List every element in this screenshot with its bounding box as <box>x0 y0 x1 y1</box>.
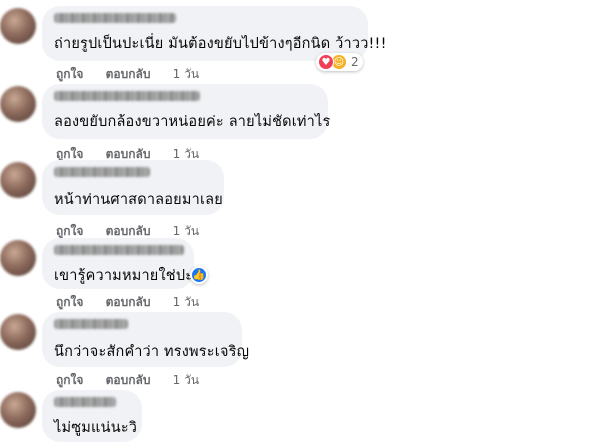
reaction-summary[interactable]: 👍 <box>190 266 208 284</box>
avatar[interactable] <box>0 162 36 198</box>
like-button[interactable]: ถูกใจ <box>56 65 83 84</box>
comment-text: ลองขยับกล้องขวาหน่อยค่ะ ลายไม่ชัดเท่าไร <box>54 114 331 130</box>
commenter-name-blurred[interactable] <box>54 13 176 23</box>
avatar[interactable] <box>0 8 36 44</box>
reply-button[interactable]: ตอบกลับ <box>106 371 151 390</box>
comment-actions: ถูกใจ ตอบกลับ 1 วัน <box>56 65 199 84</box>
reply-button[interactable]: ตอบกลับ <box>106 293 151 312</box>
comment-bubble: หน้าท่านศาสดาลอยมาเลย <box>42 160 224 215</box>
commenter-name-blurred[interactable] <box>54 245 184 255</box>
timestamp[interactable]: 1 วัน <box>173 65 199 84</box>
comment-text: หน้าท่านศาสดาลอยมาเลย <box>54 192 223 208</box>
like-button[interactable]: ถูกใจ <box>56 293 83 312</box>
comment-text: เขารู้ความหมายใช่ปะ <box>54 268 194 284</box>
avatar[interactable] <box>0 392 36 428</box>
avatar[interactable] <box>0 314 36 350</box>
reaction-summary[interactable]: ♥ ☺ 2 <box>316 53 363 71</box>
commenter-name-blurred[interactable] <box>54 167 150 177</box>
comment-text: ถ่ายรูปเป็นปะเนี่ย มันต้องขยับไปข้างๆอีก… <box>54 36 387 52</box>
reply-button[interactable]: ตอบกลับ <box>106 65 151 84</box>
comment-bubble: เขารู้ความหมายใช่ปะ <box>42 238 194 289</box>
timestamp[interactable]: 1 วัน <box>173 293 199 312</box>
comment-text: นึกว่าจะสักคำว่า ทรงพระเจริญ <box>54 344 250 360</box>
avatar[interactable] <box>0 86 36 122</box>
avatar[interactable] <box>0 240 36 276</box>
reaction-count: 2 <box>351 55 359 69</box>
comment-actions: ถูกใจ ตอบกลับ 1 วัน <box>56 293 199 312</box>
commenter-name-blurred[interactable] <box>54 397 116 407</box>
comment-text: ไม่ซูมแน่นะวิ <box>54 420 138 436</box>
comment-bubble: นึกว่าจะสักคำว่า ทรงพระเจริญ <box>42 312 249 367</box>
love-icon: ♥ <box>318 54 334 70</box>
comment-bubble: ลองขยับกล้องขวาหน่อยค่ะ ลายไม่ชัดเท่าไร <box>42 84 331 139</box>
timestamp[interactable]: 1 วัน <box>173 371 199 390</box>
commenter-name-blurred[interactable] <box>54 319 128 329</box>
comment-actions: ถูกใจ ตอบกลับ 1 วัน <box>56 371 199 390</box>
comment-bubble: ไม่ซูมแน่นะวิ <box>42 390 142 442</box>
comment-bubble: ถ่ายรูปเป็นปะเนี่ย มันต้องขยับไปข้างๆอีก… <box>42 6 386 61</box>
comments-panel: { "comments": [ { "text": "ถ่ายรูปเป็นปะ… <box>0 0 601 442</box>
like-button[interactable]: ถูกใจ <box>56 371 83 390</box>
like-icon: 👍 <box>191 267 207 283</box>
commenter-name-blurred[interactable] <box>54 91 200 101</box>
